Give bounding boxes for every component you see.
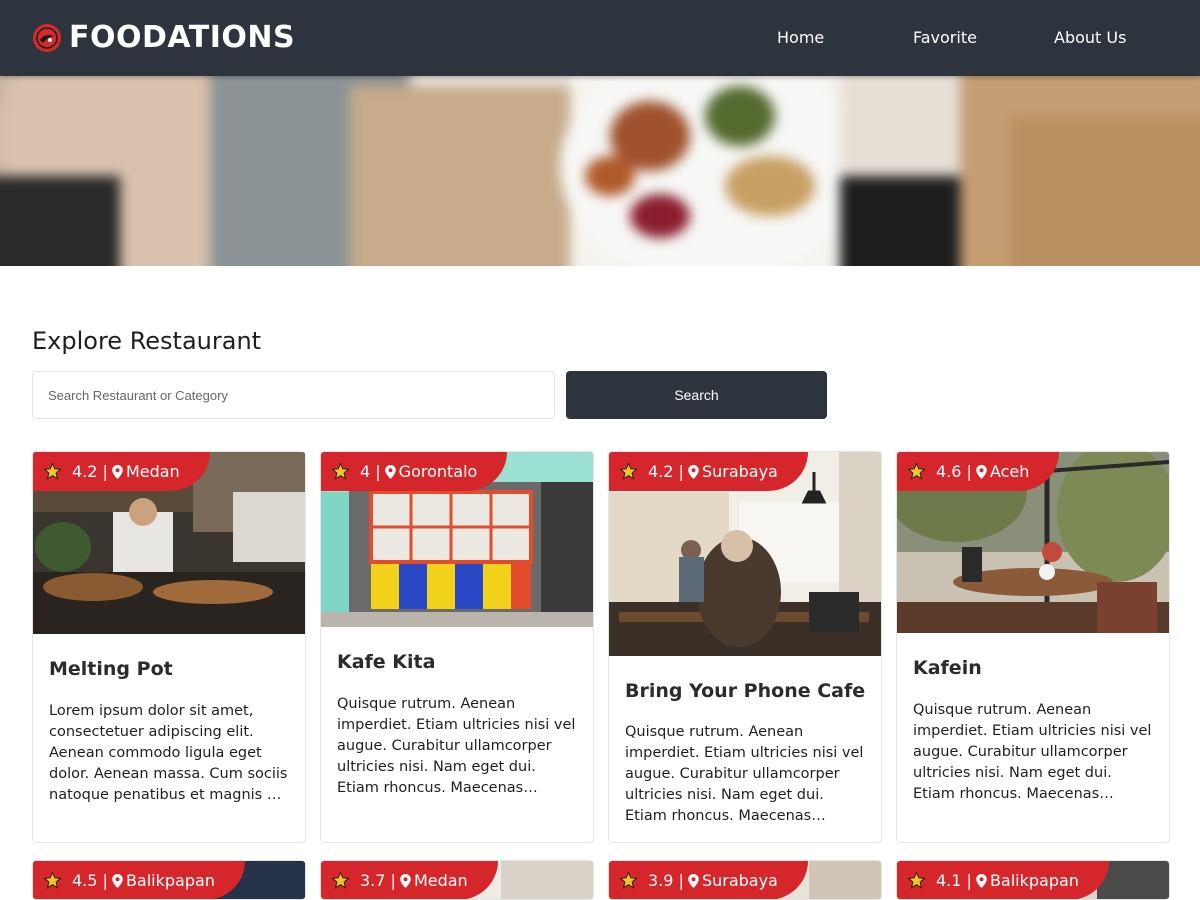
city-name: Balikpapan (125, 871, 215, 890)
rating-value: 3.7 (360, 871, 386, 890)
restaurant-card[interactable]: 4.6 | Aceh Kafein Quisque rutrum. Aenean… (896, 451, 1170, 843)
rating-location-badge: 4.2 | Medan (33, 452, 210, 491)
rating-location-badge: 3.7 | Medan (321, 861, 498, 899)
nav-favorite[interactable]: Favorite (913, 28, 977, 47)
city-name: Surabaya (701, 871, 778, 890)
nav-home[interactable]: Home (777, 28, 824, 47)
rating-value: 4.6 (936, 462, 962, 481)
search-button[interactable]: Search (566, 371, 827, 419)
map-pin-icon (384, 464, 396, 479)
restaurant-name[interactable]: Melting Pot (49, 658, 173, 680)
restaurant-card[interactable]: 4.1 | Balikpapan (896, 860, 1170, 900)
star-icon (619, 462, 638, 480)
hero-image (0, 76, 1200, 266)
map-pin-icon (112, 873, 123, 888)
restaurant-description: Quisque rutrum. Aenean imperdiet. Etiam … (625, 724, 864, 824)
restaurant-card[interactable]: 4.2 | Medan Melting Pot Lorem ipsum dolo… (32, 451, 306, 843)
rating-value: 4.5 (72, 871, 98, 890)
restaurant-name[interactable]: Kafein (913, 657, 982, 679)
restaurant-description: Quisque rutrum. Aenean imperdiet. Etiam … (913, 702, 1152, 802)
rating-location-badge: 4 | Gorontalo (321, 452, 508, 491)
star-icon (907, 462, 926, 480)
city-name: Gorontalo (398, 462, 478, 481)
badge-separator: | (97, 871, 108, 890)
city-name: Balikpapan (989, 871, 1079, 890)
rating-value: 4 (360, 462, 371, 481)
top-navbar: FOODATIONS Home Favorite About Us (0, 0, 1200, 76)
star-icon (43, 871, 62, 889)
star-icon (907, 871, 926, 889)
hero-food-photo (0, 76, 1200, 266)
map-pin-icon (976, 873, 987, 888)
badge-separator: | (673, 462, 684, 481)
rating-location-badge: 4.2 | Surabaya (609, 452, 808, 491)
restaurant-card[interactable]: 3.9 | Surabaya (608, 860, 882, 900)
restaurant-description: Lorem ipsum dolor sit amet, consectetuer… (49, 703, 288, 803)
map-pin-icon (688, 873, 699, 888)
badge-separator: | (961, 871, 972, 890)
map-pin-icon (976, 464, 987, 479)
star-icon (331, 871, 350, 889)
badge-separator: | (961, 462, 972, 481)
star-icon (619, 871, 638, 889)
city-name: Surabaya (701, 462, 778, 481)
restaurant-description: Quisque rutrum. Aenean imperdiet. Etiam … (337, 696, 576, 796)
city-name: Medan (125, 462, 180, 481)
map-pin-icon (688, 464, 699, 479)
badge-separator: | (673, 871, 684, 890)
rating-value: 4.2 (72, 462, 98, 481)
restaurant-card[interactable]: 3.7 | Medan (320, 860, 594, 900)
star-icon (331, 462, 350, 480)
rating-value: 4.1 (936, 871, 962, 890)
star-icon (43, 462, 62, 480)
restaurant-card[interactable]: 4.5 | Balikpapan (32, 860, 306, 900)
badge-separator: | (97, 462, 108, 481)
badge-separator: | (385, 871, 396, 890)
restaurant-card[interactable]: 4.2 | Surabaya Bring Your Phone Cafe Qui… (608, 451, 882, 843)
map-pin-icon (112, 464, 123, 479)
rating-location-badge: 4.1 | Balikpapan (897, 861, 1109, 899)
search-input[interactable] (32, 371, 555, 419)
map-pin-icon (400, 873, 411, 888)
rating-location-badge: 4.5 | Balikpapan (33, 861, 245, 899)
rating-value: 3.9 (648, 871, 674, 890)
city-name: Aceh (989, 462, 1030, 481)
restaurant-card[interactable]: 4 | Gorontalo Kafe Kita Quisque rutrum. … (320, 451, 594, 843)
city-name: Medan (413, 871, 468, 890)
nav-links: Home Favorite About Us (0, 0, 1200, 76)
restaurant-name[interactable]: Bring Your Phone Cafe (625, 680, 865, 702)
rating-value: 4.2 (648, 462, 674, 481)
rating-location-badge: 4.6 | Aceh (897, 452, 1060, 491)
badge-separator: | (370, 462, 381, 481)
section-title: Explore Restaurant (32, 327, 262, 355)
rating-location-badge: 3.9 | Surabaya (609, 861, 808, 899)
nav-about-us[interactable]: About Us (1054, 28, 1126, 47)
restaurant-name[interactable]: Kafe Kita (337, 651, 435, 673)
